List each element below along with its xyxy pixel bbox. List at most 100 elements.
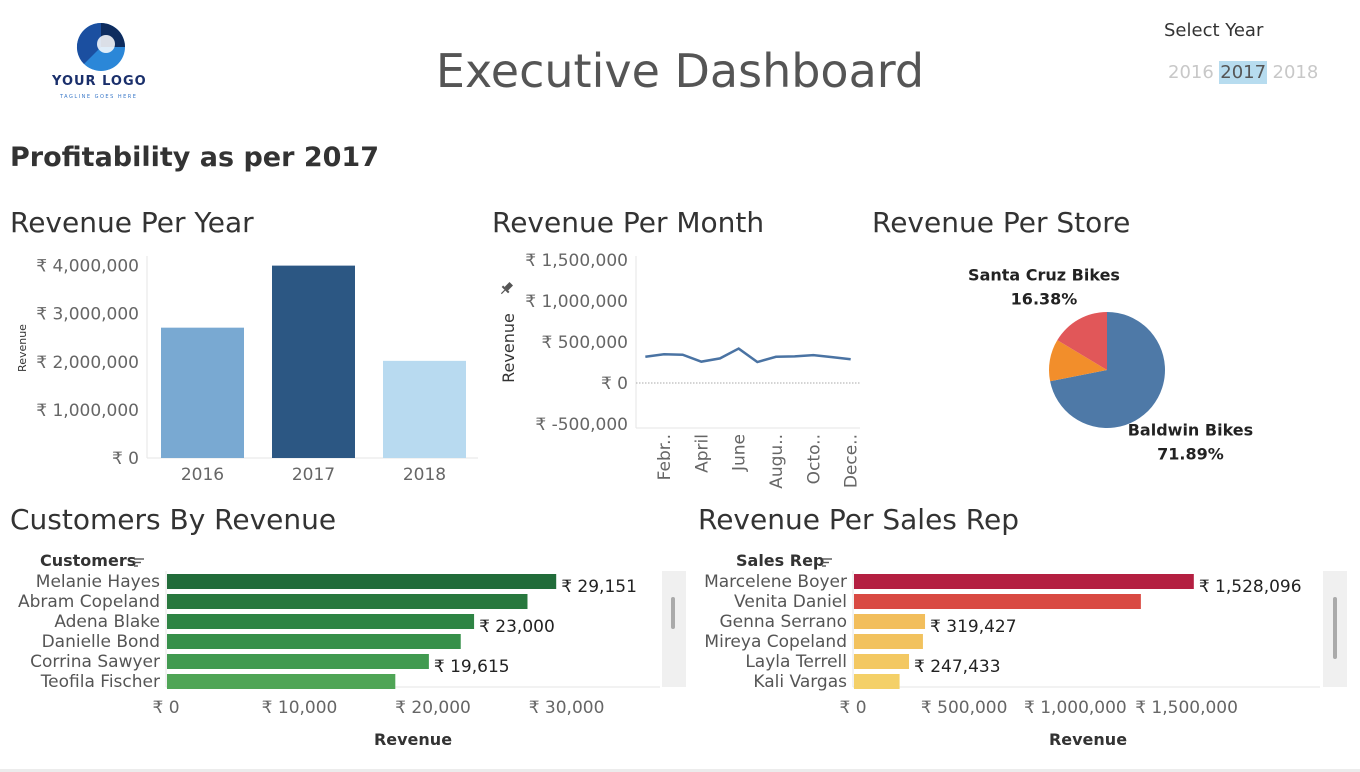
y-tick-label: ₹ 3,000,000 bbox=[36, 305, 139, 325]
revenue-per-month-chart: Revenue ₹ -500,000 ₹ 0 ₹ 500,000 ₹ 1,000,00… bbox=[498, 251, 862, 489]
row-label: Adena Blake bbox=[54, 612, 160, 632]
bar-abram-copeland[interactable] bbox=[167, 594, 528, 609]
x-tick-label: ₹ 1,500,000 bbox=[1135, 698, 1238, 718]
row-label: Genna Serrano bbox=[719, 612, 847, 632]
x-tick-label: Dece.. bbox=[842, 434, 862, 488]
bar-corrina-sawyer[interactable] bbox=[167, 654, 429, 669]
revenue-per-year-chart: Revenue ₹ 0 ₹ 1,000,000 ₹ 2,000,000 ₹ 3,000… bbox=[16, 256, 478, 485]
y-tick-label: ₹ 0 bbox=[601, 374, 628, 394]
slice-percent-label: 16.38% bbox=[1011, 289, 1078, 308]
point-November[interactable] bbox=[828, 353, 836, 361]
bar-2018[interactable] bbox=[383, 360, 466, 458]
slice-name-label: Santa Cruz Bikes bbox=[968, 265, 1120, 284]
point-June[interactable] bbox=[735, 345, 743, 353]
y-tick-label: ₹ 0 bbox=[112, 449, 139, 469]
x-tick-label: ₹ 1,000,000 bbox=[1024, 698, 1127, 718]
x-axis-label: Revenue bbox=[374, 730, 452, 749]
bar-venita-daniel[interactable] bbox=[854, 594, 1141, 609]
scrollbar-thumb[interactable] bbox=[671, 597, 675, 629]
y-tick-label: ₹ 1,500,000 bbox=[525, 251, 628, 271]
point-August[interactable] bbox=[772, 353, 780, 361]
x-axis-label: Revenue bbox=[1049, 730, 1127, 749]
bar-layla-terrell[interactable] bbox=[854, 654, 910, 669]
bar-danielle-bond[interactable] bbox=[167, 634, 461, 649]
point-May[interactable] bbox=[716, 354, 724, 362]
x-tick-label: April bbox=[692, 434, 712, 473]
row-header: Customers bbox=[40, 551, 136, 570]
bar-marcelene-boyer[interactable] bbox=[854, 574, 1194, 589]
section-title: Profitability as per 2017 bbox=[10, 142, 379, 173]
point-January[interactable] bbox=[641, 353, 649, 361]
revenue-per-month-title: Revenue Per Month bbox=[492, 206, 765, 239]
row-header: Sales Rep bbox=[736, 551, 824, 570]
year-options: 2016 2017 2018 bbox=[1167, 61, 1320, 84]
scrollbar-track[interactable] bbox=[662, 571, 686, 687]
value-label: ₹ 319,427 bbox=[930, 617, 1017, 637]
dashboard-title: Executive Dashboard bbox=[435, 44, 925, 98]
year-option-2016[interactable]: 2016 bbox=[1167, 61, 1215, 84]
customers-by-revenue-title: Customers By Revenue bbox=[10, 503, 337, 536]
revenue-per-sales-rep-title: Revenue Per Sales Rep bbox=[698, 503, 1019, 536]
revenue-line bbox=[645, 347, 851, 364]
y-tick-label: ₹ 4,000,000 bbox=[36, 257, 139, 277]
y-axis-label: Revenue bbox=[16, 324, 29, 372]
value-label: ₹ 247,433 bbox=[914, 657, 1001, 677]
y-tick-label: ₹ 1,000,000 bbox=[525, 292, 628, 312]
row-label: Layla Terrell bbox=[745, 652, 847, 672]
x-tick-label: Augu.. bbox=[767, 434, 787, 489]
point-December[interactable] bbox=[847, 355, 855, 363]
x-tick-label: ₹ 0 bbox=[152, 698, 179, 718]
bar-2016[interactable] bbox=[161, 327, 244, 458]
point-April[interactable] bbox=[697, 358, 705, 366]
row-label: Melanie Hayes bbox=[36, 572, 160, 592]
x-tick-label: Octo.. bbox=[804, 434, 824, 484]
value-label: ₹ 1,528,096 bbox=[1199, 577, 1302, 597]
x-tick-label: ₹ 30,000 bbox=[529, 698, 605, 718]
x-tick-label: Febr.. bbox=[655, 434, 675, 480]
bar-mireya-copeland[interactable] bbox=[854, 634, 923, 649]
year-filter-label: Select Year bbox=[1164, 20, 1264, 41]
point-October[interactable] bbox=[809, 351, 817, 359]
row-label: Abram Copeland bbox=[18, 592, 160, 612]
row-label: Marcelene Boyer bbox=[704, 572, 847, 592]
revenue-per-year-title: Revenue Per Year bbox=[10, 206, 254, 239]
value-label: ₹ 19,615 bbox=[434, 657, 510, 677]
y-tick-label: ₹ -500,000 bbox=[535, 415, 628, 435]
row-label: Corrina Sawyer bbox=[30, 652, 160, 672]
slice-percent-label: 71.89% bbox=[1157, 444, 1224, 463]
bar-melanie-hayes[interactable] bbox=[167, 574, 557, 589]
year-option-2018[interactable]: 2018 bbox=[1272, 61, 1320, 84]
row-label: Kali Vargas bbox=[753, 672, 847, 692]
scrollbar-thumb[interactable] bbox=[1333, 597, 1337, 659]
x-tick-label: ₹ 500,000 bbox=[921, 698, 1008, 718]
x-tick-label: June bbox=[730, 434, 750, 472]
row-label: Danielle Bond bbox=[42, 632, 160, 652]
bar-genna-serrano[interactable] bbox=[854, 614, 926, 629]
x-tick-label: 2018 bbox=[403, 465, 446, 485]
row-label: Venita Daniel bbox=[734, 592, 847, 612]
point-September[interactable] bbox=[791, 352, 799, 360]
row-label: Mireya Copeland bbox=[704, 632, 847, 652]
value-label: ₹ 29,151 bbox=[561, 577, 637, 597]
y-axis-label: Revenue bbox=[499, 313, 518, 383]
pin-icon[interactable] bbox=[498, 281, 514, 297]
point-March[interactable] bbox=[679, 351, 687, 359]
year-option-2017[interactable]: 2017 bbox=[1219, 61, 1268, 84]
revenue-per-store-title: Revenue Per Store bbox=[872, 206, 1131, 239]
point-February[interactable] bbox=[660, 350, 668, 358]
x-tick-label: ₹ 10,000 bbox=[262, 698, 338, 718]
point-July[interactable] bbox=[753, 358, 761, 366]
value-label: ₹ 23,000 bbox=[479, 617, 555, 637]
y-tick-label: ₹ 2,000,000 bbox=[36, 353, 139, 373]
revenue-per-store-chart: Baldwin Bikes 71.89% Santa Cruz Bikes 16.38… bbox=[968, 265, 1253, 463]
row-label: Teofila Fischer bbox=[40, 672, 160, 692]
revenue-per-sales-rep-chart: Sales Rep Marcelene Boyer ₹ 1,528,096 Veni… bbox=[704, 551, 1347, 749]
bar-kali-vargas[interactable] bbox=[854, 674, 900, 689]
x-tick-label: 2016 bbox=[181, 465, 224, 485]
x-tick-label: ₹ 0 bbox=[839, 698, 866, 718]
bar-2017[interactable] bbox=[272, 265, 355, 458]
bar-adena-blake[interactable] bbox=[167, 614, 475, 629]
slice-name-label: Baldwin Bikes bbox=[1128, 420, 1253, 439]
bar-teofila-fischer[interactable] bbox=[167, 674, 396, 689]
x-tick-label: ₹ 20,000 bbox=[395, 698, 471, 718]
